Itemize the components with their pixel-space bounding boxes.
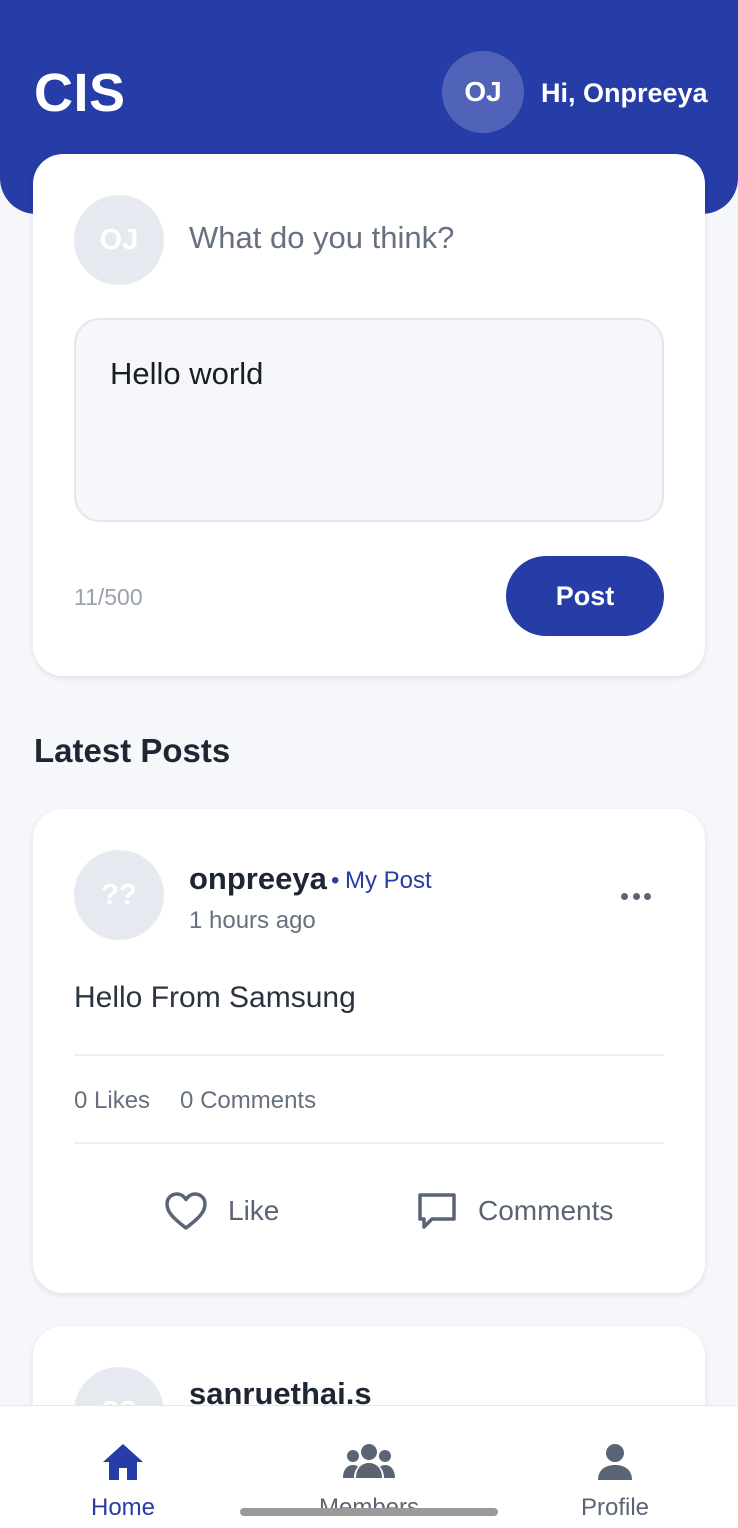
user-avatar[interactable]: OJ bbox=[442, 51, 524, 133]
profile-icon bbox=[598, 1444, 632, 1480]
comments-label: Comments bbox=[478, 1195, 614, 1226]
post-author-name[interactable]: onpreeya bbox=[189, 861, 327, 897]
comment-icon bbox=[418, 1193, 456, 1229]
post-author-avatar: ?? bbox=[74, 850, 164, 940]
likes-count: 0 Likes bbox=[74, 1087, 151, 1114]
post-button[interactable]: Post bbox=[506, 556, 664, 636]
composer-avatar: OJ bbox=[74, 195, 164, 285]
home-icon bbox=[103, 1444, 143, 1480]
post-text-input[interactable]: Hello world bbox=[74, 318, 664, 522]
divider bbox=[74, 1142, 664, 1144]
like-label: Like bbox=[228, 1195, 280, 1226]
home-indicator[interactable] bbox=[240, 1508, 498, 1516]
like-button[interactable]: Like bbox=[164, 1189, 279, 1233]
nav-item-profile[interactable]: Profile bbox=[515, 1406, 715, 1528]
more-options-icon[interactable] bbox=[621, 893, 651, 901]
my-post-tag: My Post bbox=[345, 867, 432, 894]
heart-icon bbox=[165, 1192, 207, 1230]
post-card: ?? onpreeya • My Post 1 hours ago Hello … bbox=[33, 809, 705, 1293]
separator-dot: • bbox=[331, 867, 340, 894]
nav-label-home: Home bbox=[90, 1494, 156, 1521]
character-count: 11/500 bbox=[74, 584, 143, 610]
divider bbox=[74, 1054, 664, 1056]
comments-count[interactable]: 0 Comments bbox=[180, 1087, 316, 1114]
latest-posts-heading: Latest Posts bbox=[34, 732, 231, 769]
composer-prompt: What do you think? bbox=[189, 220, 455, 255]
post-composer: OJ What do you think? Hello world 11/500… bbox=[33, 154, 705, 676]
nav-item-home[interactable]: Home bbox=[23, 1406, 223, 1528]
post-timestamp: 1 hours ago bbox=[189, 907, 316, 934]
post-body: Hello From Samsung bbox=[74, 981, 356, 1014]
post-stats: 0 Likes 0 Comments bbox=[74, 1087, 316, 1115]
greeting-text: Hi, Onpreeya bbox=[541, 78, 708, 108]
app-title: CIS bbox=[34, 63, 126, 123]
members-icon bbox=[343, 1444, 395, 1478]
nav-label-profile: Profile bbox=[580, 1494, 650, 1521]
comments-button[interactable]: Comments bbox=[416, 1189, 613, 1233]
